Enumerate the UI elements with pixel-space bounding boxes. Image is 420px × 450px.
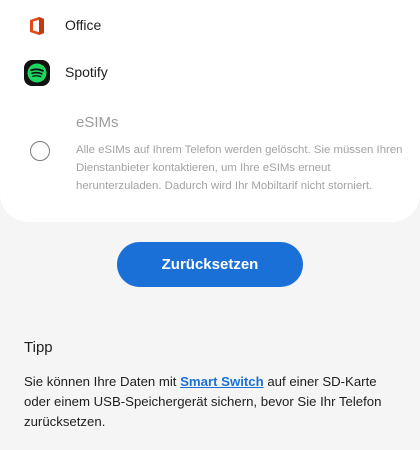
app-item-spotify: Spotify	[24, 59, 108, 87]
esim-description: Alle eSIMs auf Ihrem Telefon werden gelö…	[76, 144, 403, 192]
esim-radio-button[interactable]	[30, 141, 50, 161]
spotify-icon	[24, 60, 50, 86]
tip-text-before: Sie können Ihre Daten mit	[24, 374, 181, 389]
reset-button[interactable]: Zurücksetzen	[117, 242, 303, 287]
tip-title: Tipp	[24, 339, 53, 356]
office-icon	[24, 13, 50, 39]
tip-text: Sie können Ihre Daten mit Smart Switch a…	[24, 372, 404, 432]
smart-switch-link[interactable]: Smart Switch	[180, 374, 264, 389]
reset-options-card: Office Spotify eSIMs Alle eSIMs auf Ihre…	[0, 0, 420, 222]
esim-title: eSIMs	[76, 114, 119, 131]
app-label-office: Office	[65, 17, 102, 33]
app-item-office: Office	[24, 12, 101, 40]
app-label-spotify: Spotify	[65, 64, 108, 80]
